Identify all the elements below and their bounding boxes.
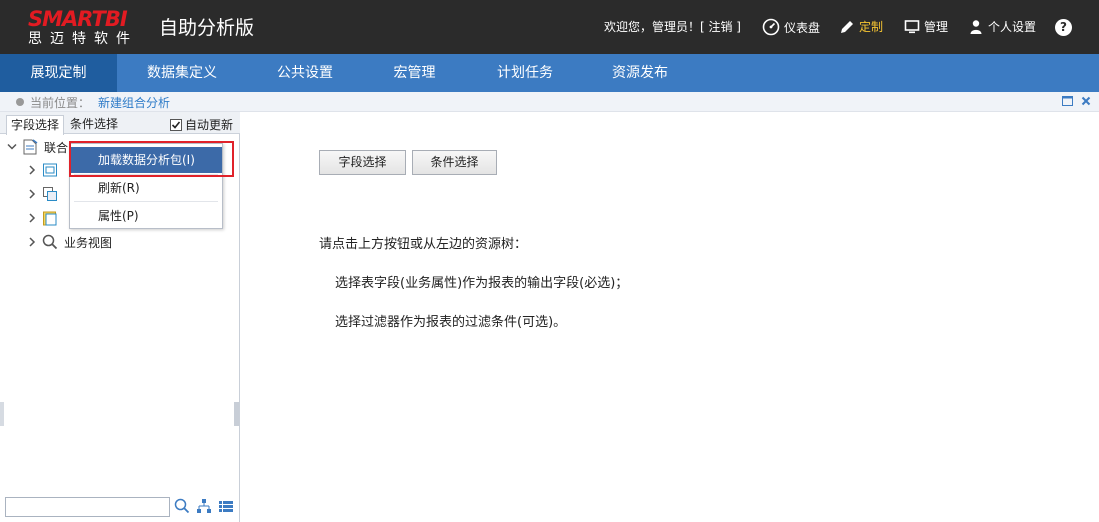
top-header: SMARTBI 思迈特软件 自助分析版 欢迎您，管理员！[ 注销 ] 仪表盘 定… — [0, 0, 1099, 54]
chevron-right-icon[interactable] — [26, 237, 38, 247]
tree-root[interactable]: 联合 — [6, 136, 68, 158]
left-tabs: 字段选择 条件选择 自动更新 — [0, 112, 240, 135]
tree-toolbar — [174, 497, 234, 517]
breadcrumb-current[interactable]: 新建组合分析 — [98, 94, 170, 111]
manage-link-label: 管理 — [924, 20, 949, 34]
logo-cn: 思迈特软件 — [28, 31, 138, 47]
welcome-text[interactable]: 欢迎您，管理员！[ 注销 ] — [604, 18, 741, 35]
highlight-frame — [69, 141, 234, 177]
maximize-icon[interactable] — [1061, 95, 1073, 107]
monitor-icon — [904, 19, 920, 35]
hint-line-2: 选择表字段(业务属性)作为报表的输出字段(必选)； — [335, 276, 629, 291]
nav-item-presentation[interactable]: 展现定制 — [0, 54, 117, 92]
personal-settings-label: 个人设置 — [988, 20, 1037, 34]
chevron-right-icon[interactable] — [26, 189, 38, 199]
search-icon — [42, 234, 58, 250]
left-collapse-handle[interactable] — [0, 402, 4, 426]
customize-link[interactable]: 定制 — [839, 18, 883, 35]
dashboard-link-label: 仪表盘 — [784, 20, 821, 35]
menu-item-refresh[interactable]: 刷新(R) — [70, 175, 222, 201]
chevron-down-icon[interactable] — [6, 143, 18, 151]
tree-node-label: 业务视图 — [64, 235, 113, 250]
tree-view-icon[interactable] — [196, 498, 212, 517]
logo-brand: SMARTBI — [28, 7, 128, 31]
breadcrumb: 当前位置： 新建组合分析 — [0, 92, 1099, 112]
help-label: ? — [1060, 20, 1067, 34]
menu-separator — [74, 201, 218, 202]
main-nav: 展现定制 数据集定义 公共设置 宏管理 计划任务 资源发布 — [0, 54, 1099, 92]
customize-link-label: 定制 — [859, 20, 884, 34]
tab-field-select[interactable]: 字段选择 — [6, 115, 65, 135]
list-view-icon[interactable] — [218, 498, 234, 517]
chevron-right-icon[interactable] — [26, 213, 38, 223]
tree-node-table[interactable] — [26, 159, 64, 181]
pencil-icon — [839, 19, 855, 35]
app-title: 自助分析版 — [159, 17, 255, 39]
nav-item-macro[interactable]: 宏管理 — [363, 54, 466, 92]
tree-node-folder[interactable] — [26, 207, 64, 229]
breadcrumb-label: 当前位置： — [30, 96, 91, 110]
folder-icon — [42, 210, 58, 226]
tree-root-label: 联合 — [44, 140, 69, 155]
auto-update-label: 自动更新 — [185, 118, 234, 132]
tree-node-business-view[interactable]: 业务视图 — [26, 231, 112, 253]
tree-search-input[interactable] — [5, 497, 170, 517]
personal-settings-link[interactable]: 个人设置 — [968, 18, 1036, 35]
dashboard-icon — [762, 18, 780, 36]
tree-node-dataset[interactable] — [26, 183, 64, 205]
dashboard-link[interactable]: 仪表盘 — [762, 18, 820, 36]
nav-item-resource-publish[interactable]: 资源发布 — [584, 54, 696, 92]
field-select-button[interactable]: 字段选择 — [319, 150, 406, 175]
table-icon — [42, 162, 58, 178]
tab-condition-select[interactable]: 条件选择 — [66, 115, 122, 135]
dataset-icon — [42, 186, 58, 202]
help-icon[interactable]: ? — [1055, 19, 1072, 36]
search-icon[interactable] — [174, 498, 190, 517]
condition-select-button[interactable]: 条件选择 — [412, 150, 497, 175]
hint-line-1: 请点击上方按钮或从左边的资源树： — [319, 237, 528, 252]
user-icon — [968, 19, 984, 35]
smartbi-logo: SMARTBI 思迈特软件 — [28, 8, 146, 48]
hint-line-3: 选择过滤器作为报表的过滤条件(可选)。 — [335, 315, 567, 330]
manage-link[interactable]: 管理 — [904, 18, 948, 35]
auto-update-toggle[interactable]: 自动更新 — [170, 116, 233, 133]
chevron-right-icon[interactable] — [26, 165, 38, 175]
nav-item-dataset[interactable]: 数据集定义 — [117, 54, 247, 92]
nav-item-common-settings[interactable]: 公共设置 — [247, 54, 363, 92]
nav-item-scheduled-tasks[interactable]: 计划任务 — [466, 54, 584, 92]
main-content: 字段选择 条件选择 请点击上方按钮或从左边的资源树： 选择表字段(业务属性)作为… — [240, 112, 1099, 522]
breadcrumb-dot-icon — [16, 98, 24, 106]
combined-query-icon — [22, 139, 38, 155]
panel-splitter[interactable] — [234, 402, 239, 426]
close-icon[interactable] — [1080, 95, 1092, 107]
menu-item-properties[interactable]: 属性(P) — [70, 203, 222, 229]
auto-update-checkbox[interactable] — [170, 118, 182, 131]
